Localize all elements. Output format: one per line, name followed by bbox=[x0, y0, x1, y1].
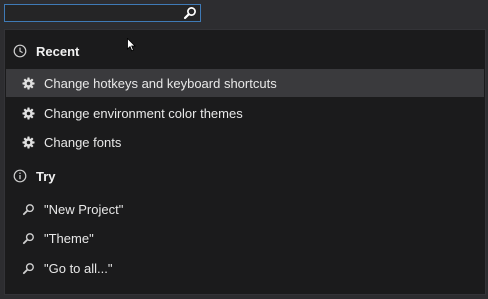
try-item-label: "Go to all..." bbox=[44, 260, 113, 276]
search-results-popup: Recent Change hotkeys and keyboard short… bbox=[4, 29, 486, 295]
recent-item-label: Change hotkeys and keyboard shortcuts bbox=[44, 75, 277, 91]
search-icon bbox=[22, 262, 35, 275]
gear-icon bbox=[22, 135, 35, 149]
try-item-theme[interactable]: "Theme" bbox=[6, 224, 484, 252]
clock-icon bbox=[13, 44, 27, 58]
try-section-header: Try bbox=[13, 166, 56, 186]
search-icon bbox=[22, 203, 35, 216]
search-input[interactable] bbox=[8, 6, 178, 20]
recent-item-label: Change environment color themes bbox=[44, 105, 243, 121]
recent-item-label: Change fonts bbox=[44, 134, 122, 150]
recent-item-hotkeys[interactable]: Change hotkeys and keyboard shortcuts bbox=[6, 69, 484, 97]
try-item-label: "Theme" bbox=[44, 230, 94, 246]
recent-item-color-themes[interactable]: Change environment color themes bbox=[6, 99, 484, 127]
search-icon bbox=[22, 232, 35, 245]
search-box[interactable] bbox=[4, 4, 201, 22]
try-item-go-to-all[interactable]: "Go to all..." bbox=[6, 254, 484, 282]
info-icon bbox=[13, 169, 27, 183]
recent-section-header: Recent bbox=[13, 41, 79, 61]
try-item-new-project[interactable]: "New Project" bbox=[6, 195, 484, 223]
recent-header-label: Recent bbox=[36, 43, 80, 59]
recent-item-fonts[interactable]: Change fonts bbox=[6, 128, 484, 156]
search-icon[interactable] bbox=[183, 6, 197, 20]
try-header-label: Try bbox=[36, 168, 56, 184]
gear-icon bbox=[22, 76, 35, 90]
try-item-label: "New Project" bbox=[44, 201, 124, 217]
mouse-cursor-icon bbox=[127, 37, 137, 52]
gear-icon bbox=[22, 106, 35, 120]
